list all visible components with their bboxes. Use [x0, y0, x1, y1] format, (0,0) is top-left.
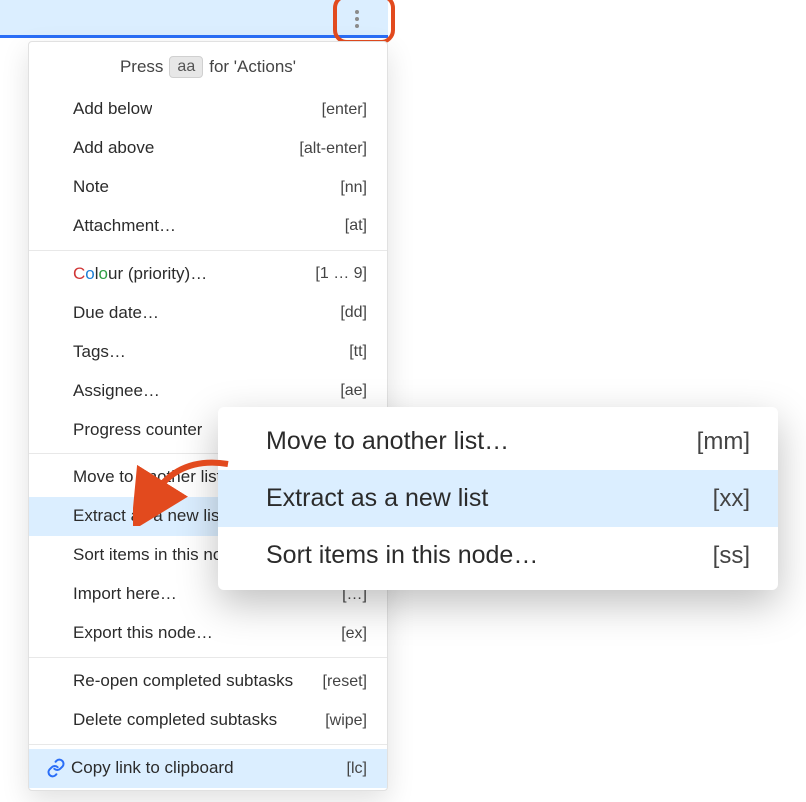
- zoom-item-shortcut: [mm]: [697, 428, 750, 456]
- zoom-item-shortcut: [ss]: [713, 542, 750, 570]
- zoom-item[interactable]: Move to another list… [mm]: [218, 413, 778, 470]
- menu-item[interactable]: Add below [enter]: [29, 90, 387, 129]
- menu-item-shortcut: [tt]: [349, 341, 367, 363]
- menu-separator: [29, 250, 387, 251]
- menu-item[interactable]: Export this node… [ex]: [29, 614, 387, 653]
- menu-item-shortcut: [alt-enter]: [299, 138, 367, 160]
- menu-item[interactable]: Attachment… [at]: [29, 207, 387, 246]
- menu-item-label: Move to another list…: [73, 466, 238, 489]
- menu-item-shortcut: [dd]: [340, 302, 367, 324]
- zoom-item-label: Move to another list…: [266, 427, 509, 456]
- menu-item-shortcut: [1 … 9]: [315, 263, 367, 285]
- menu-item[interactable]: Copy link to clipboard [lc]: [29, 749, 387, 788]
- menu-item[interactable]: Tags… [tt]: [29, 333, 387, 372]
- menu-item[interactable]: Add above [alt-enter]: [29, 129, 387, 168]
- menu-item-label: Re-open completed subtasks: [73, 670, 293, 693]
- menu-hint: Press aa for 'Actions': [29, 42, 387, 90]
- zoom-popover: Move to another list… [mm] Extract as a ne…: [218, 407, 778, 590]
- menu-item-label: Extract as a new list: [73, 505, 224, 528]
- zoom-item[interactable]: Sort items in this node… [ss]: [218, 527, 778, 584]
- menu-item-shortcut: [ex]: [341, 623, 367, 645]
- menu-item-label: Import here…: [73, 583, 177, 606]
- menu-item-label: Add below: [73, 98, 152, 121]
- menu-item[interactable]: Colour (priority)… [1 … 9]: [29, 255, 387, 294]
- hint-key: aa: [169, 56, 203, 78]
- menu-separator: [29, 657, 387, 658]
- vertical-dots-icon: [355, 10, 359, 28]
- menu-item-label: Add above: [73, 137, 154, 160]
- menu-item[interactable]: Due date… [dd]: [29, 294, 387, 333]
- link-icon: [45, 758, 67, 778]
- zoom-item-label: Sort items in this node…: [266, 541, 538, 570]
- menu-separator: [29, 744, 387, 745]
- selected-task-row[interactable]: [0, 0, 388, 38]
- menu-item-shortcut: [enter]: [322, 99, 367, 121]
- menu-item-shortcut: [lc]: [347, 758, 367, 780]
- menu-item[interactable]: Delete completed subtasks [wipe]: [29, 701, 387, 740]
- menu-item-shortcut: [nn]: [340, 177, 367, 199]
- menu-item-label: Attachment…: [73, 215, 176, 238]
- menu-item[interactable]: Assignee… [ae]: [29, 372, 387, 411]
- zoom-item-label: Extract as a new list: [266, 484, 488, 513]
- menu-item-shortcut: [wipe]: [325, 710, 367, 732]
- actions-button[interactable]: [338, 0, 376, 38]
- menu-item-label: Tags…: [73, 341, 126, 364]
- menu-item[interactable]: Note [nn]: [29, 168, 387, 207]
- hint-pre: Press: [120, 57, 163, 77]
- menu-item-label: Delete completed subtasks: [73, 709, 277, 732]
- hint-post: for 'Actions': [209, 57, 296, 77]
- zoom-item[interactable]: Extract as a new list [xx]: [218, 470, 778, 527]
- menu-item[interactable]: Re-open completed subtasks [reset]: [29, 662, 387, 701]
- menu-item-shortcut: [at]: [345, 215, 367, 237]
- menu-item-label: Due date…: [73, 302, 159, 325]
- zoom-item-shortcut: [xx]: [713, 485, 750, 513]
- menu-item-shortcut: [reset]: [323, 671, 367, 693]
- menu-item-label: Assignee…: [73, 380, 160, 403]
- menu-item-label: Note: [73, 176, 109, 199]
- menu-item-label: Export this node…: [73, 622, 213, 645]
- menu-item-label: Progress counter: [73, 419, 202, 442]
- menu-item-label: Copy link to clipboard: [71, 757, 234, 780]
- menu-item-label: Colour (priority)…: [73, 263, 207, 286]
- menu-item-shortcut: [ae]: [340, 380, 367, 402]
